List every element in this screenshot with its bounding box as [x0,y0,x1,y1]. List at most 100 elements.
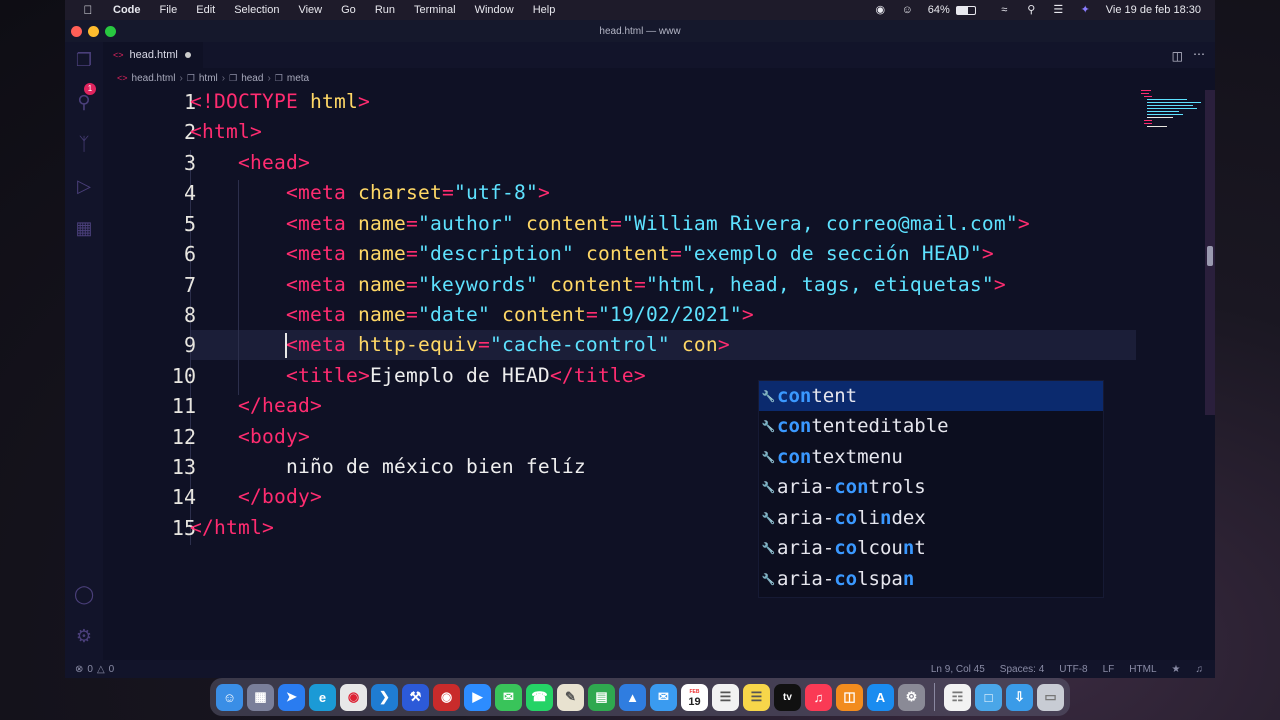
apple-menu-icon[interactable]:  [81,3,95,17]
menu-file[interactable]: File [160,4,178,16]
cursor-position[interactable]: Ln 9, Col 45 [931,664,985,675]
vscode-icon[interactable]: ❯ [371,683,398,711]
menu-view[interactable]: View [298,4,322,16]
element-icon: ❐ [229,72,238,83]
minimize-window-button[interactable] [88,26,99,37]
apple-tv-icon[interactable]: tv [774,683,801,711]
account-icon[interactable]: ◯ [74,584,94,604]
suggestion-item[interactable]: 🔧 aria-colindex [759,503,1103,533]
title-bar: head.html — www [65,20,1215,42]
code-editor[interactable]: 1 2 3 4 5 6 7 8 9 10 11 12 13 14 15 <!DO… [103,90,1203,660]
siri-icon[interactable]: ✦ [1079,4,1092,16]
edge-icon[interactable]: e [309,683,336,711]
encoding[interactable]: UTF-8 [1059,664,1087,675]
suggestion-item[interactable]: 🔧 contextmenu [759,442,1103,472]
whatsapp-icon[interactable]: ☎ [526,683,553,711]
app-store-icon[interactable]: A [867,683,894,711]
battery-icon[interactable] [955,5,976,15]
messages-icon[interactable]: ✉ [495,683,522,711]
feedback-icon[interactable]: ★ [1172,664,1181,675]
property-icon: 🔧 [761,541,776,555]
activity-bar: ❐ 1 ⚲ ᛉ ▷ ▦ ◯ ⚙ [65,42,103,662]
books-icon[interactable]: ◫ [836,683,863,711]
reminders-icon[interactable]: ☰ [712,683,739,711]
folder-icon[interactable]: □ [975,683,1002,711]
zoom-window-button[interactable] [105,26,116,37]
language-mode[interactable]: HTML [1129,664,1156,675]
suggestion-item[interactable]: 🔧 aria-colcount [759,533,1103,563]
chrome-icon[interactable]: ◉ [340,683,367,711]
code-line-9: <meta http-equiv="cache-control" con> [286,333,730,356]
code-line-2: <html> [190,120,262,143]
system-preferences-icon[interactable]: ⚙ [898,683,925,711]
line-number: 12 [171,425,196,449]
unsaved-dot-icon[interactable] [184,52,191,58]
safari-icon[interactable]: ➤ [278,683,305,711]
suggestion-item[interactable]: 🔧 aria-controls [759,472,1103,502]
breadcrumb-item[interactable]: head [241,73,263,84]
code-line-6: <meta name="description" content="exempl… [286,242,994,265]
split-editor-icon[interactable]: ◫ [1172,49,1183,63]
more-actions-icon[interactable]: ⋯ [1193,47,1205,61]
breadcrumb-item[interactable]: head.html [132,73,176,84]
spotlight-search-icon[interactable]: ⚲ [1025,4,1038,16]
menu-window[interactable]: Window [475,4,514,16]
status-bar: ⊗ 0 △ 0 Ln 9, Col 45 Spaces: 4 UTF-8 LF … [65,660,1215,678]
menu-app-name[interactable]: Code [113,4,141,16]
line-number: 3 [183,151,196,175]
suggestion-item[interactable]: 🔧 contenteditable [759,411,1103,441]
script-editor-icon[interactable]: ✎ [557,683,584,711]
breadcrumb-item[interactable]: meta [287,73,309,84]
code-line-11: </head> [238,394,322,417]
search-icon[interactable]: ⚲ [74,92,94,112]
element-icon: ❐ [186,72,195,83]
menu-help[interactable]: Help [533,4,556,16]
mail-icon[interactable]: ✉ [650,683,677,711]
accessibility-icon[interactable]: ☺ [901,4,914,16]
property-icon: 🔧 [761,389,776,403]
notes-icon[interactable]: ☰ [743,683,770,711]
finder-icon[interactable]: ☺ [216,683,243,711]
tab-head-html[interactable]: <> head.html [103,42,203,68]
problems-indicator[interactable]: ⊗ 0 △ 0 [75,664,114,675]
notifications-bell-icon[interactable]: ♫ [1196,664,1204,675]
suggestion-item[interactable]: 🔧 aria-colspan [759,564,1103,594]
menu-go[interactable]: Go [341,4,356,16]
wifi-icon[interactable]: ≈ [998,4,1011,16]
end-of-line[interactable]: LF [1103,664,1115,675]
music-icon[interactable]: ♫ [805,683,832,711]
numbers-icon[interactable]: ▤ [588,683,615,711]
breadcrumb-item[interactable]: html [199,73,218,84]
run-debug-icon[interactable]: ▷ [74,176,94,196]
menu-run[interactable]: Run [375,4,395,16]
close-window-button[interactable] [71,26,82,37]
photo-booth-icon[interactable]: ◉ [433,683,460,711]
menu-selection[interactable]: Selection [234,4,279,16]
document-icon[interactable]: ☶ [944,683,971,711]
control-center-icon[interactable]: ☰ [1052,4,1065,16]
dock: ☺ ▦ ➤ e ◉ ❯ ⚒ ◉ ▶ ✉ ☎ ✎ ▤ ▲ ✉ FEB 19 ☰ ☰ … [210,678,1070,716]
keynote-icon[interactable]: ▲ [619,683,646,711]
scrollbar-thumb[interactable] [1207,246,1213,266]
menu-terminal[interactable]: Terminal [414,4,456,16]
source-control-icon[interactable]: ᛉ [74,134,94,154]
downloads-icon[interactable]: ⇩ [1006,683,1033,711]
error-count: 0 [87,663,93,675]
calendar-icon[interactable]: FEB 19 [681,683,708,711]
minimap[interactable] [1141,90,1201,130]
xcode-icon[interactable]: ⚒ [402,683,429,711]
suggestion-item[interactable]: 🔧 content [759,381,1103,411]
dock-divider [934,683,935,711]
indentation[interactable]: Spaces: 4 [1000,664,1044,675]
trash-icon[interactable]: ▭ [1037,683,1064,711]
zoom-icon[interactable]: ▶ [464,683,491,711]
tab-label: head.html [129,49,178,61]
launchpad-icon[interactable]: ▦ [247,683,274,711]
extensions-icon[interactable]: ▦ [74,218,94,238]
settings-gear-icon[interactable]: ⚙ [74,626,94,646]
explorer-icon[interactable]: ❐ [74,50,94,70]
screen-record-icon[interactable]: ◉ [874,4,887,16]
autocomplete-suggestions: 🔧 content 🔧 contenteditable 🔧 contextmen… [758,380,1104,598]
menu-edit[interactable]: Edit [196,4,215,16]
code-line-15: </html> [190,516,274,539]
